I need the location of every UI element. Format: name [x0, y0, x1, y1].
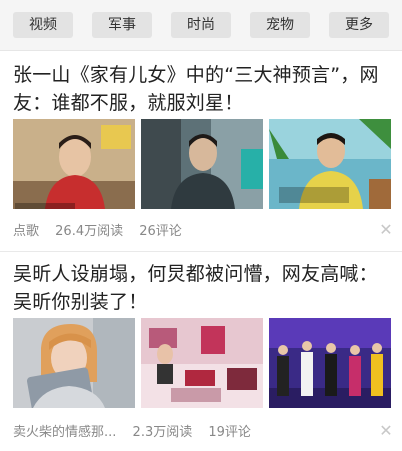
news-card-2[interactable]: 吴昕人设崩塌，何炅都被问懵，网友高喊：吴昕你别装了！ 卖火柴的情感那... 2.…	[0, 252, 402, 451]
article-source[interactable]: 卖火柴的情感那...	[13, 425, 116, 440]
tab-military[interactable]: 军事	[92, 12, 152, 38]
thumbnail-row	[13, 318, 391, 408]
tab-video[interactable]: 视频	[13, 12, 73, 38]
tab-fashion[interactable]: 时尚	[171, 12, 231, 38]
thumbnail-image-3[interactable]	[269, 119, 391, 209]
close-icon[interactable]: ✕	[379, 222, 393, 238]
read-count: 26.4万阅读	[55, 224, 124, 239]
thumbnail-row	[13, 119, 391, 209]
article-headline[interactable]: 张一山《家有儿女》中的“三大神预言”，网友：谁都不服，就服刘星！	[13, 61, 395, 117]
thumbnail-image-1[interactable]	[13, 318, 135, 408]
article-source[interactable]: 点歌	[13, 224, 39, 239]
thumbnail-image-3[interactable]	[269, 318, 391, 408]
tab-pets[interactable]: 宠物	[250, 12, 310, 38]
news-card-1[interactable]: 张一山《家有儿女》中的“三大神预言”，网友：谁都不服，就服刘星！ 点歌 26.4…	[0, 51, 402, 250]
read-count: 2.3万阅读	[132, 425, 193, 440]
article-meta: 点歌 26.4万阅读 26评论 ✕	[13, 222, 393, 241]
category-tab-bar: 视频 军事 时尚 宠物 更多	[0, 0, 402, 51]
article-meta: 卖火柴的情感那... 2.3万阅读 19评论 ✕	[13, 423, 393, 442]
tab-more[interactable]: 更多	[329, 12, 389, 38]
thumbnail-image-1[interactable]	[13, 119, 135, 209]
article-headline[interactable]: 吴昕人设崩塌，何炅都被问懵，网友高喊：吴昕你别装了！	[13, 260, 395, 316]
close-icon[interactable]: ✕	[379, 423, 393, 439]
comment-count: 19评论	[208, 425, 251, 440]
thumbnail-image-2[interactable]	[141, 119, 263, 209]
thumbnail-image-2[interactable]	[141, 318, 263, 408]
comment-count: 26评论	[139, 224, 182, 239]
